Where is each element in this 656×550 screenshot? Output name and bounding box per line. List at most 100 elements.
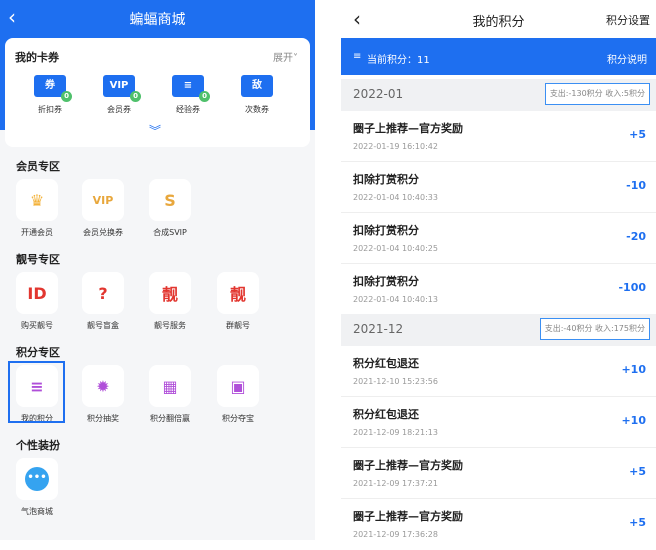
item-value: +5 [629, 516, 646, 529]
item-title: 扣除打赏积分 [353, 224, 419, 237]
list-item[interactable]: 圈子上推荐—官方奖励 2022-01-19 16:10:42 +5 [341, 111, 656, 162]
list-item[interactable]: 圈子上推荐—官方奖励 2021-12-09 17:36:28 +5 [341, 499, 656, 550]
section-title: 个性装扮 [16, 439, 60, 452]
tile-double[interactable]: ▦ 积分翻倍赢 [139, 365, 201, 424]
item-value: +10 [621, 414, 646, 427]
tile-label: 靓号服务 [154, 321, 186, 330]
month-header: 2022-01 支出:-130积分 收入:5积分 [341, 79, 656, 111]
item-title: 圈子上推荐—官方奖励 [353, 510, 463, 523]
chat-bubble-icon: ••• [16, 458, 58, 500]
coupon-times[interactable]: 敌 次数券 [232, 75, 282, 115]
treasure-icon: ▣ [217, 365, 259, 407]
list-item[interactable]: 扣除打赏积分 2022-01-04 10:40:33 -10 [341, 162, 656, 213]
tile-buy-id[interactable]: ID 购买靓号 [6, 272, 68, 331]
month-label: 2021-12 [353, 322, 404, 336]
tile-treasure[interactable]: ▣ 积分夺宝 [207, 365, 269, 424]
tile-svip[interactable]: S 合成SVIP [139, 179, 201, 238]
section-title: 靓号专区 [16, 253, 60, 266]
points-settings-button[interactable]: 积分设置 [606, 12, 650, 28]
pretty-id-icon: 靓 [149, 272, 191, 314]
coupon-discount[interactable]: 券0 折扣券 [25, 75, 75, 115]
tile-group-id[interactable]: 靓 群靓号 [207, 272, 269, 331]
coupon-label: 会员券 [107, 105, 131, 114]
chevron-down-icon: ˅ [293, 53, 298, 64]
item-title: 圈子上推荐—官方奖励 [353, 459, 463, 472]
coupon-card: 我的卡券 展开˅ 券0 折扣券 VIP 0 会员券 ≡ 0 经验券 敌 次数券 ︾ [5, 38, 310, 147]
item-value: +5 [629, 128, 646, 141]
item-time: 2022-01-19 16:10:42 [353, 142, 438, 151]
tile-label: 靓号盲盒 [87, 321, 119, 330]
expand-button[interactable]: 展开˅ [273, 49, 298, 64]
coupon-icon: 券0 [34, 75, 72, 102]
tile-open-vip[interactable]: ♛ 开通会员 [6, 179, 68, 238]
coupon-exp[interactable]: ≡ 0 经验券 [163, 75, 213, 115]
coupon-label: 折扣券 [38, 105, 62, 114]
item-time: 2022-01-04 10:40:33 [353, 193, 438, 202]
item-time: 2022-01-04 10:40:25 [353, 244, 438, 253]
points-header: ‹ 我的积分 积分设置 [341, 0, 656, 38]
list-item[interactable]: 积分红包退还 2021-12-09 18:21:13 +10 [341, 397, 656, 448]
tile-label: 积分翻倍赢 [150, 414, 190, 423]
current-points: 当前积分：11 [367, 55, 430, 66]
item-time: 2021-12-09 17:36:28 [353, 530, 438, 539]
group-id-icon: 靓 [217, 272, 259, 314]
page-title: 蝙蝠商城 [129, 12, 186, 28]
month-label: 2022-01 [353, 87, 404, 101]
tile-bubble-mall[interactable]: ••• 气泡商城 [6, 458, 68, 517]
tile-lottery[interactable]: ✹ 积分抽奖 [72, 365, 134, 424]
tile-vip-exchange[interactable]: VIP 会员兑换券 [72, 179, 134, 238]
coupon-label: 次数券 [245, 105, 269, 114]
points-panel: ‹ 我的积分 积分设置 ≡ 当前积分：11 积分说明 2022-01 支出:-1… [341, 0, 656, 540]
id-icon: ID [16, 272, 58, 314]
coupon-label: 经验券 [176, 105, 200, 114]
month-stat: 支出:-130积分 收入:5积分 [544, 83, 650, 105]
item-value: -20 [626, 230, 646, 243]
list-item[interactable]: 积分红包退还 2021-12-10 15:23:56 +10 [341, 346, 656, 397]
item-title: 积分红包退还 [353, 408, 419, 421]
tile-label: 积分夺宝 [222, 414, 254, 423]
item-time: 2022-01-04 10:40:13 [353, 295, 438, 304]
item-title: 积分红包退还 [353, 357, 419, 370]
item-value: +10 [621, 363, 646, 376]
item-value: -100 [618, 281, 646, 294]
tile-label: 购买靓号 [21, 321, 53, 330]
coin-stack-icon: ≡ [353, 51, 362, 62]
gift-box-icon: ? [82, 272, 124, 314]
coupon-card-title: 我的卡券 [15, 51, 59, 64]
count-badge: 0 [199, 91, 210, 102]
selected-highlight [8, 361, 65, 423]
points-explain-link[interactable]: 积分说明 [607, 51, 647, 66]
coupon-vip[interactable]: VIP 0 会员券 [94, 75, 144, 115]
tile-label: 气泡商城 [21, 507, 53, 516]
double-icon: ▦ [149, 365, 191, 407]
section-title: 积分专区 [16, 346, 60, 359]
tile-label: 积分抽奖 [87, 414, 119, 423]
tile-label: 合成SVIP [153, 228, 187, 237]
item-title: 扣除打赏积分 [353, 173, 419, 186]
lottery-icon: ✹ [82, 365, 124, 407]
vip-coupon-icon: VIP 0 [103, 75, 141, 102]
times-coupon-icon: 敌 [241, 75, 273, 97]
mall-panel: ‹ 蝙蝠商城 我的卡券 展开˅ 券0 折扣券 VIP 0 会员券 ≡ 0 经验券 敌… [0, 0, 315, 540]
tile-label: 会员兑换券 [83, 228, 123, 237]
item-time: 2021-12-09 17:37:21 [353, 479, 438, 488]
svip-ticket-icon: S [149, 179, 191, 221]
item-title: 圈子上推荐—官方奖励 [353, 122, 463, 135]
count-badge: 0 [130, 91, 141, 102]
section-title: 会员专区 [16, 160, 60, 173]
item-time: 2021-12-10 15:23:56 [353, 377, 438, 386]
month-stat: 支出:-40积分 收入:175积分 [539, 318, 650, 340]
list-item[interactable]: 扣除打赏积分 2022-01-04 10:40:13 -100 [341, 264, 656, 315]
list-item[interactable]: 扣除打赏积分 2022-01-04 10:40:25 -20 [341, 213, 656, 264]
list-item[interactable]: 圈子上推荐—官方奖励 2021-12-09 17:37:21 +5 [341, 448, 656, 499]
exp-coupon-icon: ≡ 0 [172, 75, 210, 102]
tile-label: 群靓号 [226, 321, 250, 330]
item-time: 2021-12-09 18:21:13 [353, 428, 438, 437]
tile-label: 开通会员 [21, 228, 53, 237]
chevron-double-down-icon[interactable]: ︾ [149, 122, 161, 139]
tile-id-service[interactable]: 靓 靓号服务 [139, 272, 201, 331]
item-value: +5 [629, 465, 646, 478]
item-value: -10 [626, 179, 646, 192]
vip-ticket-icon: VIP [82, 179, 124, 221]
tile-blind-box[interactable]: ? 靓号盲盒 [72, 272, 134, 331]
